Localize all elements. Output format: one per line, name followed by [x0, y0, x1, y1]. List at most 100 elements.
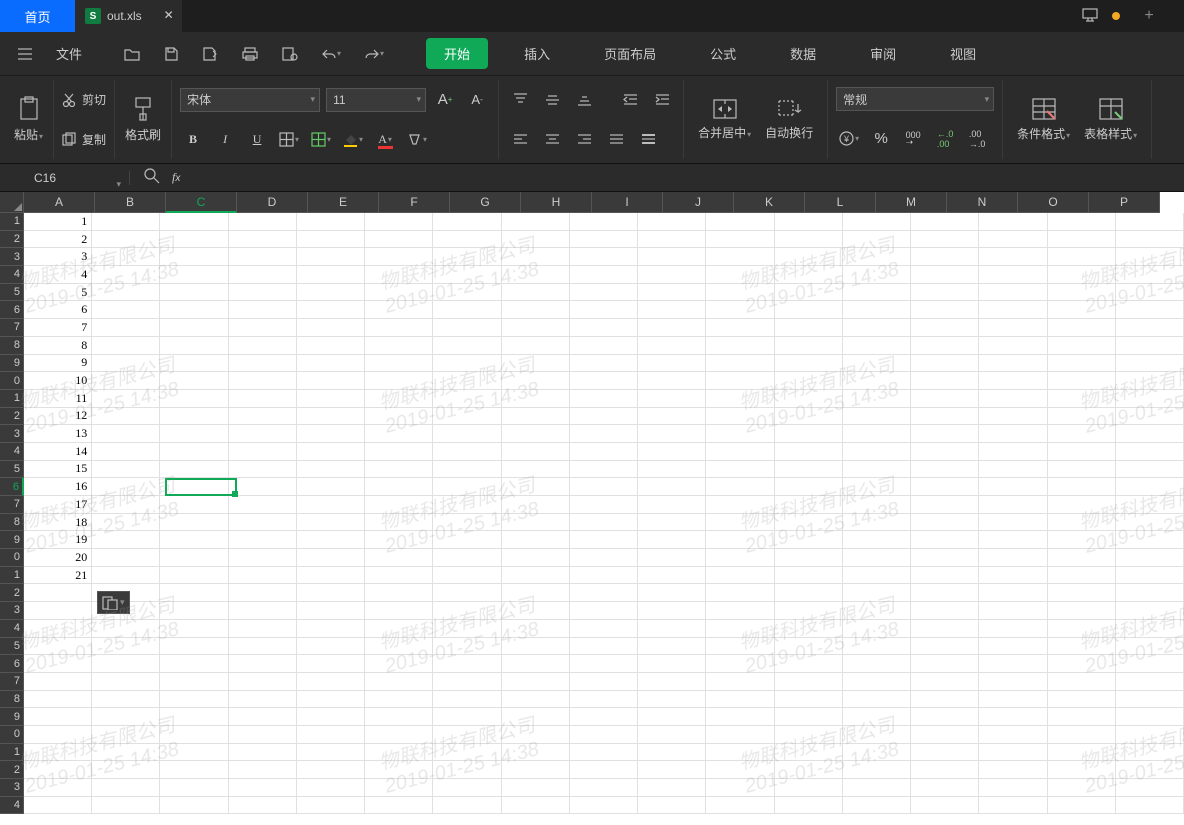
cell[interactable]: 15	[24, 461, 92, 479]
cell[interactable]	[1048, 390, 1116, 408]
cell[interactable]	[638, 567, 706, 585]
col-header[interactable]: O	[1018, 192, 1089, 213]
cell[interactable]	[706, 425, 774, 443]
row-header[interactable]: 4	[0, 443, 24, 461]
col-header[interactable]: I	[592, 192, 663, 213]
cell[interactable]	[92, 779, 160, 797]
cell[interactable]	[92, 213, 160, 231]
cell[interactable]	[433, 726, 501, 744]
cell[interactable]	[706, 248, 774, 266]
cell[interactable]	[365, 461, 433, 479]
cell[interactable]	[979, 461, 1047, 479]
row-header[interactable]: 3	[0, 779, 24, 797]
number-format-select[interactable]: 常规▾	[836, 87, 994, 111]
col-header[interactable]: H	[521, 192, 592, 213]
cell[interactable]	[297, 567, 365, 585]
cell[interactable]	[570, 549, 638, 567]
cell[interactable]	[979, 620, 1047, 638]
cell[interactable]	[1116, 319, 1184, 337]
align-top-icon[interactable]	[507, 87, 533, 113]
cell[interactable]	[297, 584, 365, 602]
open-icon[interactable]	[114, 39, 150, 69]
cell[interactable]	[229, 531, 297, 549]
cell[interactable]	[706, 337, 774, 355]
cell[interactable]	[1116, 797, 1184, 815]
cell[interactable]: 16	[24, 478, 92, 496]
cell[interactable]	[775, 673, 843, 691]
percent-icon[interactable]: %	[868, 126, 894, 152]
cell[interactable]	[775, 691, 843, 709]
cell[interactable]	[365, 248, 433, 266]
cell[interactable]	[24, 797, 92, 815]
cell[interactable]	[706, 567, 774, 585]
cell[interactable]	[502, 584, 570, 602]
cell[interactable]	[570, 443, 638, 461]
cell[interactable]	[297, 779, 365, 797]
cell[interactable]	[365, 337, 433, 355]
ribbon-tab-1[interactable]: 插入	[506, 38, 568, 69]
cell[interactable]	[706, 797, 774, 815]
cell[interactable]: 17	[24, 496, 92, 514]
cell[interactable]	[911, 425, 979, 443]
cell[interactable]	[1116, 443, 1184, 461]
cell[interactable]	[706, 390, 774, 408]
cell[interactable]	[229, 213, 297, 231]
cell[interactable]	[1048, 726, 1116, 744]
cell[interactable]	[229, 726, 297, 744]
cell[interactable]	[1116, 337, 1184, 355]
cell[interactable]	[911, 301, 979, 319]
cell[interactable]	[1048, 514, 1116, 532]
cell[interactable]	[365, 726, 433, 744]
row-header[interactable]: 0	[0, 726, 24, 744]
row-header[interactable]: 3	[0, 602, 24, 620]
cell[interactable]	[638, 496, 706, 514]
indent-decrease-icon[interactable]	[617, 87, 643, 113]
cell[interactable]	[365, 355, 433, 373]
cell[interactable]	[638, 248, 706, 266]
cell[interactable]	[229, 408, 297, 426]
row-header[interactable]: 3	[0, 248, 24, 266]
cell[interactable]	[160, 602, 228, 620]
cell[interactable]	[297, 496, 365, 514]
cell[interactable]	[365, 478, 433, 496]
cell[interactable]	[24, 744, 92, 762]
cell[interactable]	[775, 726, 843, 744]
row-header[interactable]: 2	[0, 761, 24, 779]
cell[interactable]	[570, 478, 638, 496]
cell[interactable]	[502, 531, 570, 549]
cell[interactable]	[843, 549, 911, 567]
cell[interactable]	[24, 602, 92, 620]
cell[interactable]	[706, 301, 774, 319]
cell[interactable]	[433, 691, 501, 709]
increase-decimal-icon[interactable]: .00→.0	[964, 126, 990, 152]
cell[interactable]	[911, 620, 979, 638]
cell[interactable]	[1048, 301, 1116, 319]
cut-button[interactable]: 剪切	[62, 91, 106, 108]
cell[interactable]	[297, 691, 365, 709]
cell[interactable]	[570, 761, 638, 779]
cell[interactable]	[911, 390, 979, 408]
cell[interactable]	[638, 443, 706, 461]
cell[interactable]	[1116, 266, 1184, 284]
ribbon-tab-4[interactable]: 数据	[772, 38, 834, 69]
col-header[interactable]: E	[308, 192, 379, 213]
paste-options-button[interactable]: ▾	[97, 591, 130, 614]
clear-format-button[interactable]	[404, 126, 430, 152]
cell[interactable]	[229, 266, 297, 284]
cell[interactable]	[229, 461, 297, 479]
cell[interactable]	[92, 531, 160, 549]
cell[interactable]	[1048, 408, 1116, 426]
cell[interactable]	[365, 638, 433, 656]
cell[interactable]	[160, 620, 228, 638]
ribbon-tab-0[interactable]: 开始	[426, 38, 488, 69]
cell[interactable]	[775, 213, 843, 231]
cell[interactable]	[843, 779, 911, 797]
row-header[interactable]: 1	[0, 744, 24, 762]
cell[interactable]	[638, 284, 706, 302]
cell[interactable]	[1116, 461, 1184, 479]
cell[interactable]	[92, 231, 160, 249]
cell[interactable]	[1116, 620, 1184, 638]
cell[interactable]	[1116, 231, 1184, 249]
cell[interactable]	[1116, 355, 1184, 373]
cell[interactable]	[979, 708, 1047, 726]
